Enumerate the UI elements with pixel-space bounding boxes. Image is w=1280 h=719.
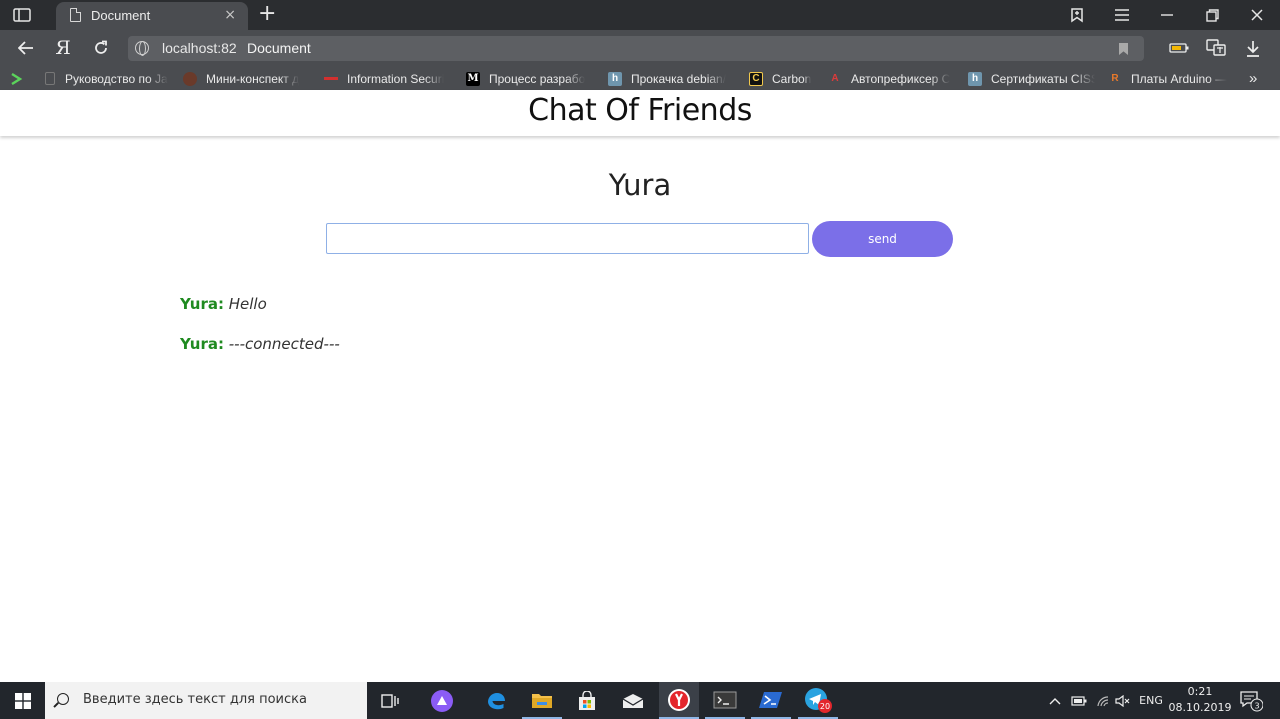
edge-browser-icon[interactable] bbox=[476, 682, 516, 719]
bookmark-item[interactable]: Руководство по Ja bbox=[43, 70, 168, 87]
back-arrow-icon[interactable] bbox=[13, 36, 39, 60]
powershell-icon[interactable] bbox=[751, 682, 791, 719]
battery-icon[interactable] bbox=[1068, 682, 1090, 719]
clock-date: 08.10.2019 bbox=[1168, 701, 1232, 714]
telegram-unread-badge: 20 bbox=[820, 702, 830, 711]
terminal-icon[interactable] bbox=[705, 682, 745, 719]
bookmark-item[interactable]: M Процесс разрабо bbox=[466, 70, 594, 87]
translate-icon[interactable] bbox=[1203, 36, 1229, 60]
browser-toolbar: Я localhost:82 Document bbox=[0, 30, 1280, 67]
download-icon[interactable] bbox=[1240, 36, 1266, 60]
bookmark-label: Мини-конспект д bbox=[206, 71, 300, 86]
notifications-count: 3 bbox=[1254, 701, 1259, 710]
telegram-icon[interactable]: 20 bbox=[798, 682, 838, 719]
h-logo-icon: h bbox=[968, 71, 982, 86]
bookmark-item[interactable]: Information Securi bbox=[324, 70, 452, 87]
a-logo-icon: A bbox=[831, 73, 839, 84]
avatar-icon bbox=[183, 71, 197, 86]
minimize-icon[interactable] bbox=[1147, 0, 1187, 30]
bookmark-item[interactable]: R Платы Arduino — bbox=[1108, 70, 1234, 87]
task-view-icon[interactable] bbox=[370, 682, 410, 719]
bookmark-item[interactable]: C Carbon bbox=[749, 70, 819, 87]
document-icon bbox=[70, 8, 81, 22]
bookmark-icon[interactable] bbox=[1119, 43, 1128, 55]
yandex-logo-icon[interactable]: Я bbox=[50, 36, 76, 60]
url-text: localhost:82 bbox=[162, 40, 237, 56]
search-icon bbox=[57, 693, 69, 705]
site-info-icon[interactable] bbox=[135, 41, 149, 56]
volume-muted-icon[interactable] bbox=[1113, 682, 1133, 719]
tab-close-icon[interactable]: × bbox=[224, 6, 236, 24]
sidebar-toggle-icon[interactable] bbox=[8, 5, 36, 25]
notifications-icon[interactable]: 3 bbox=[1236, 682, 1266, 719]
message-author: Yura: bbox=[180, 295, 224, 313]
bookmarks-bar: Руководство по Ja Мини-конспект д Inform… bbox=[0, 67, 1280, 90]
menu-icon[interactable] bbox=[1102, 0, 1142, 30]
red-dash-icon bbox=[324, 72, 338, 86]
current-username: Yura bbox=[608, 168, 672, 202]
bookmark-label: Information Securi bbox=[347, 71, 445, 86]
page-content: Chat Of Friends Yura send Yura: Hello Yu… bbox=[0, 90, 1280, 682]
bookmarks-manager-icon[interactable] bbox=[1057, 0, 1097, 30]
page-icon bbox=[45, 72, 55, 85]
bookmark-label: Платы Arduino — bbox=[1131, 71, 1228, 86]
taskbar-search-box[interactable]: Введите здесь текст для поиска bbox=[45, 682, 367, 719]
message-text: ---connected--- bbox=[228, 335, 340, 353]
bookmark-label: Процесс разрабо bbox=[489, 71, 586, 86]
alice-assistant-icon[interactable] bbox=[422, 682, 462, 719]
store-icon[interactable] bbox=[567, 682, 607, 719]
close-window-icon[interactable] bbox=[1237, 0, 1277, 30]
clock-time: 0:21 bbox=[1187, 685, 1213, 698]
message-author: Yura: bbox=[180, 335, 224, 353]
windows-start-icon[interactable] bbox=[0, 682, 45, 719]
message-item: Yura: ---connected--- bbox=[180, 334, 340, 374]
m-logo-icon: M bbox=[466, 71, 480, 86]
address-bar[interactable]: localhost:82 Document bbox=[128, 36, 1144, 61]
show-hidden-icons-icon[interactable] bbox=[1046, 682, 1064, 719]
tab-title: Document bbox=[91, 8, 151, 23]
reload-icon[interactable] bbox=[88, 36, 114, 60]
search-placeholder: Введите здесь текст для поиска bbox=[83, 692, 307, 707]
browser-tab-bar: Document × + bbox=[0, 0, 1280, 30]
collections-icon[interactable] bbox=[10, 70, 26, 87]
h-logo-icon: h bbox=[608, 71, 622, 86]
site-header: Chat Of Friends bbox=[0, 90, 1280, 136]
bookmark-label: Прокачка debian/ bbox=[631, 71, 727, 86]
r-logo-icon: R bbox=[1111, 73, 1119, 84]
bookmark-item[interactable]: A Автопрефиксер C bbox=[828, 70, 954, 87]
file-explorer-icon[interactable] bbox=[522, 682, 562, 719]
bookmark-label: Автопрефиксер C bbox=[851, 71, 951, 86]
message-list: Yura: Hello Yura: ---connected--- bbox=[180, 294, 340, 374]
browser-tab[interactable]: Document × bbox=[56, 2, 248, 30]
page-title: Chat Of Friends bbox=[528, 93, 752, 128]
send-button[interactable]: send bbox=[812, 221, 953, 257]
language-indicator[interactable]: ENG bbox=[1136, 682, 1166, 719]
bookmark-label: Carbon bbox=[772, 71, 812, 86]
bookmark-item[interactable]: h Сертификаты CISS bbox=[968, 70, 1095, 87]
message-item: Yura: Hello bbox=[180, 294, 340, 334]
more-bookmarks-icon[interactable]: » bbox=[1249, 70, 1257, 87]
bookmark-item[interactable]: Мини-конспект д bbox=[183, 70, 311, 87]
windows-taskbar: Введите здесь текст для поиска 20 ENG 0:… bbox=[0, 682, 1280, 719]
carbon-logo-icon: C bbox=[749, 71, 763, 86]
new-tab-button[interactable]: + bbox=[258, 2, 276, 26]
mail-icon[interactable] bbox=[613, 682, 653, 719]
message-input[interactable] bbox=[326, 223, 809, 254]
restore-icon[interactable] bbox=[1192, 0, 1232, 30]
system-clock[interactable]: 0:21 08.10.2019 bbox=[1168, 684, 1232, 716]
bookmark-item[interactable]: h Прокачка debian/ bbox=[608, 70, 734, 87]
bookmark-label: Руководство по Ja bbox=[65, 71, 168, 86]
address-page-title: Document bbox=[247, 40, 311, 56]
battery-saver-icon[interactable] bbox=[1166, 36, 1192, 60]
message-text: Hello bbox=[228, 295, 267, 313]
yandex-browser-icon[interactable] bbox=[659, 682, 699, 719]
bookmark-label: Сертификаты CISS bbox=[991, 71, 1095, 86]
wifi-icon[interactable] bbox=[1093, 682, 1113, 719]
